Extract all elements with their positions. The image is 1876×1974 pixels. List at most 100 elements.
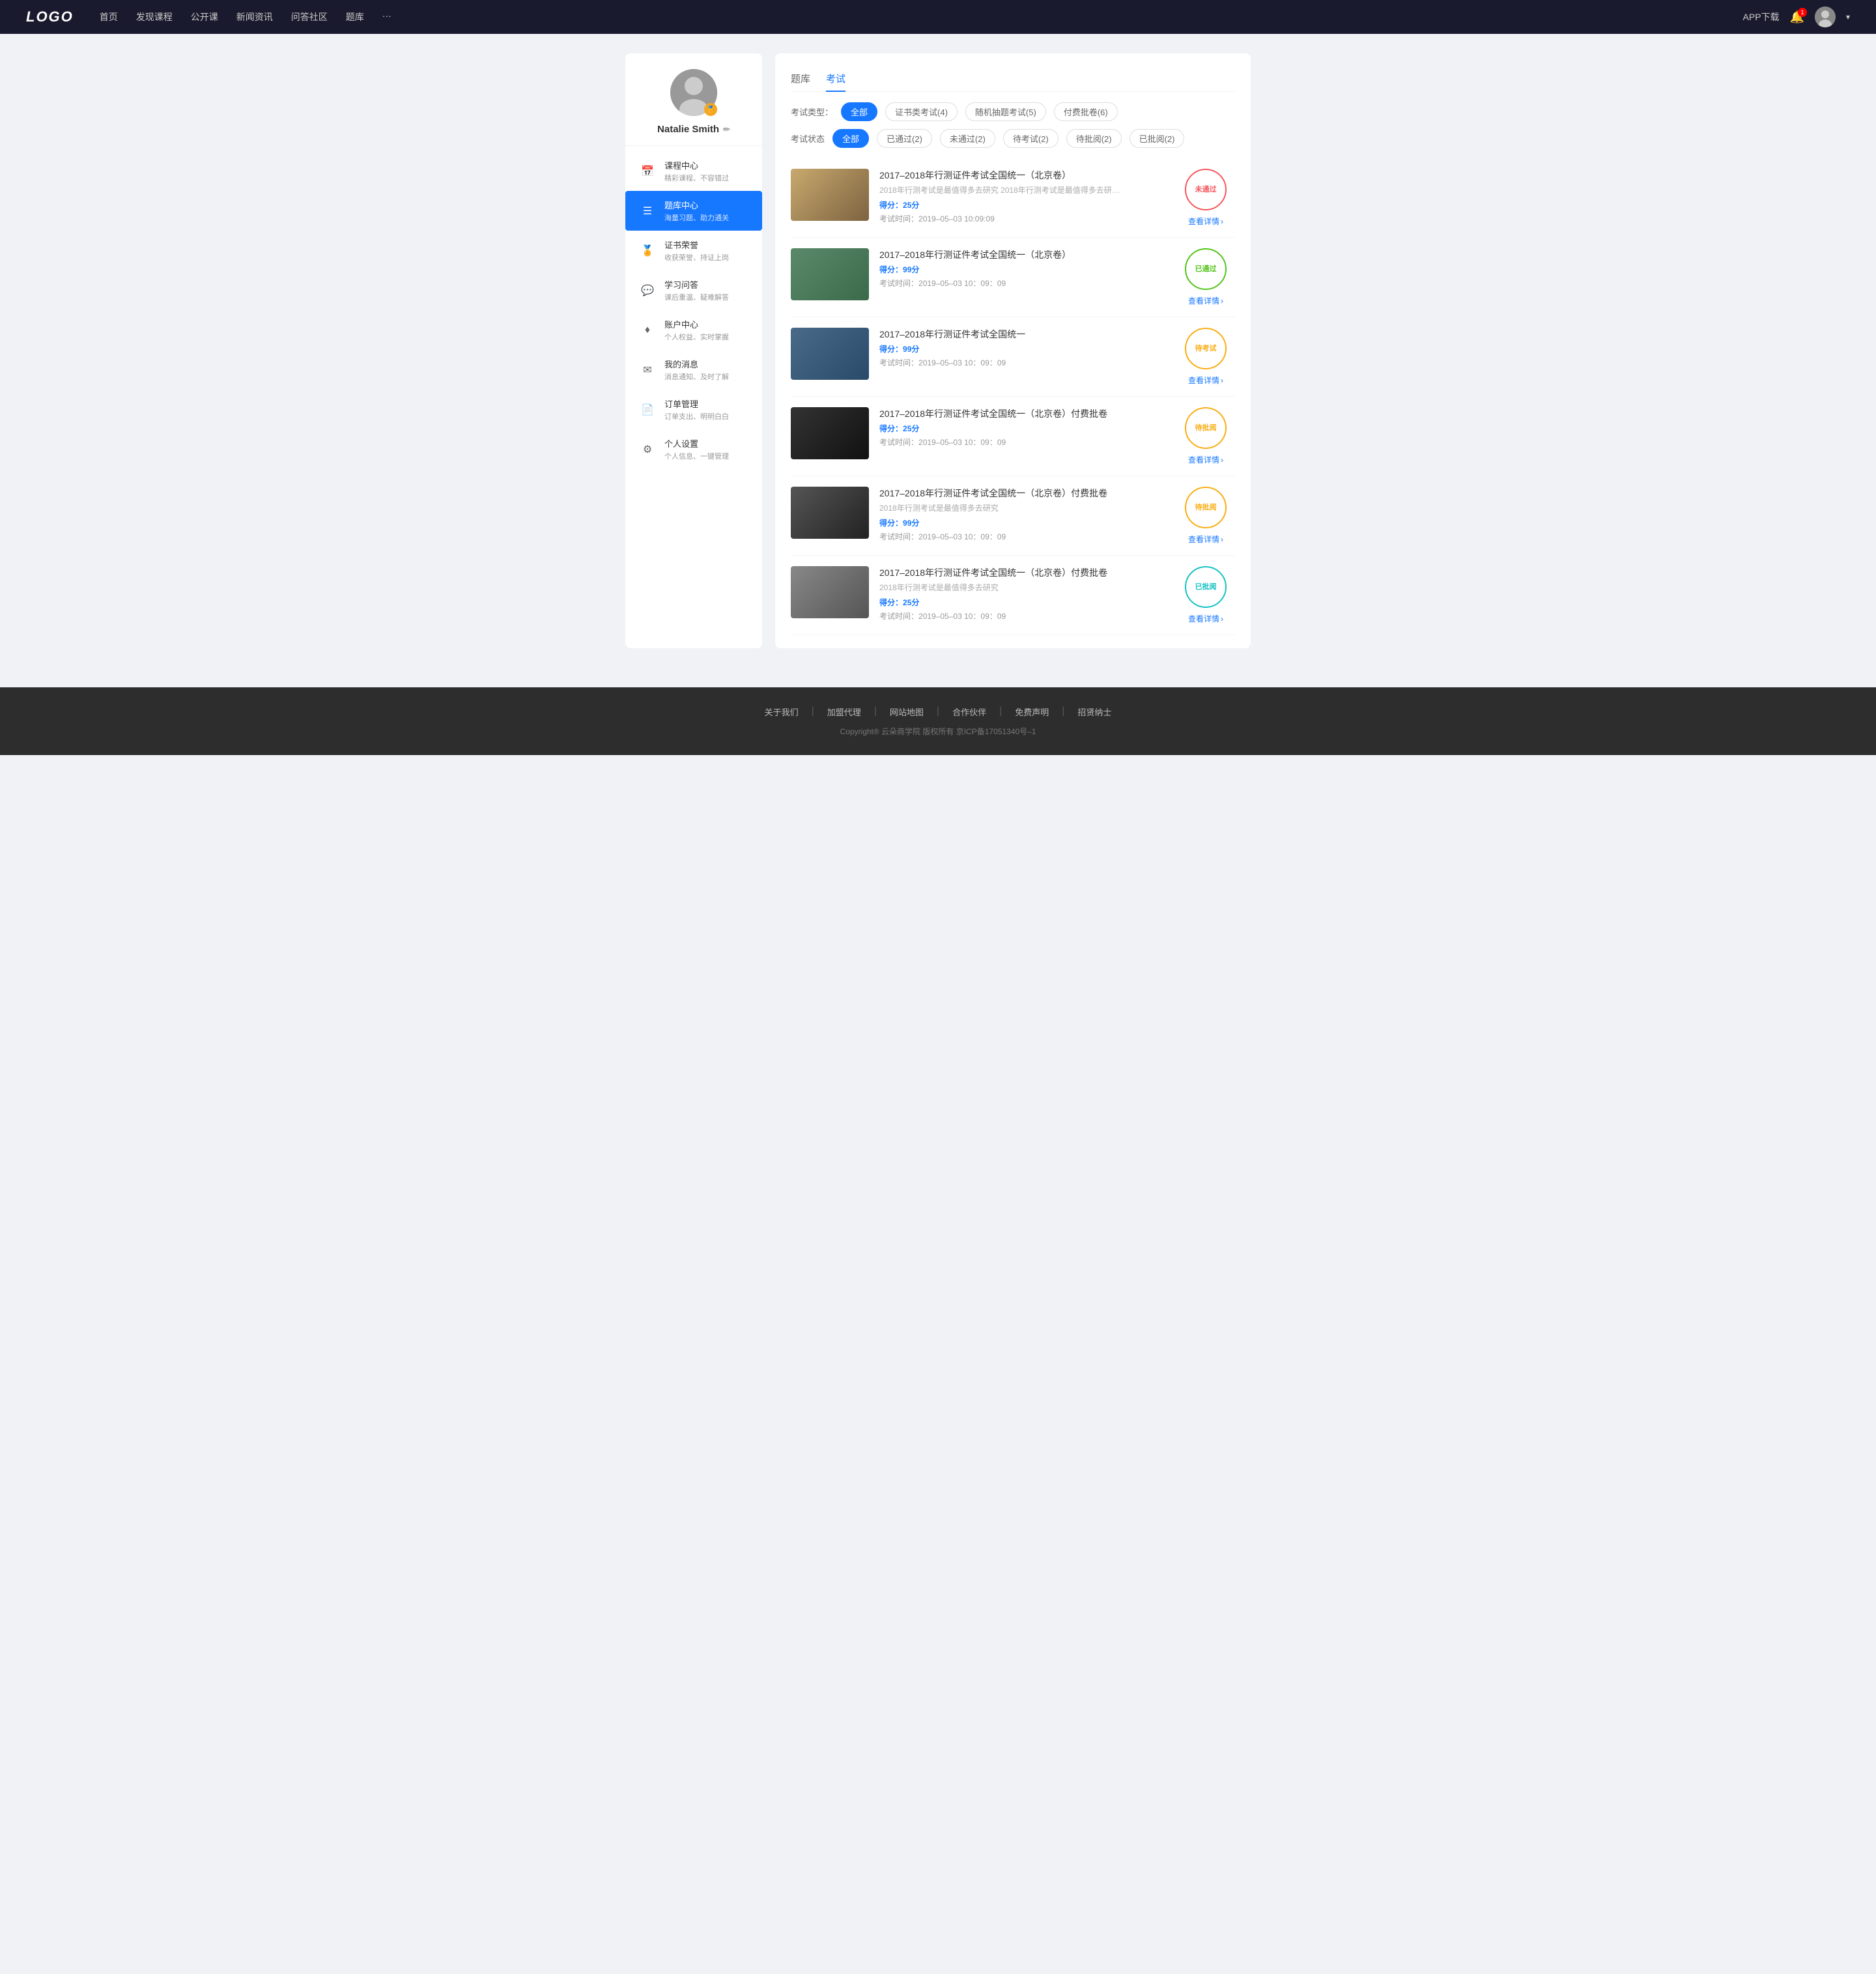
footer-sitemap[interactable]: 网站地图 — [890, 706, 924, 718]
exam-item: 2017–2018年行测证件考试全国统一（北京卷） 2018年行测考试是最值得多… — [791, 158, 1235, 238]
exam-score-3: 得分：99分 — [879, 343, 1166, 354]
sidebar-bank-sub: 海量习题、助力通关 — [664, 212, 729, 223]
sidebar-cert-sub: 收获荣誉、持证上岗 — [664, 252, 729, 263]
sidebar-msg-title: 我的消息 — [664, 358, 729, 370]
sidebar-settings-title: 个人设置 — [664, 437, 729, 450]
exam-item: 2017–2018年行测证件考试全国统一 得分：99分 考试时间：2019–05… — [791, 317, 1235, 397]
exam-title-3: 2017–2018年行测证件考试全国统一 — [879, 328, 1166, 341]
footer-copyright: Copyright® 云朵商学院 版权所有 京ICP备17051340号–1 — [26, 726, 1850, 737]
filter-status-reviewed[interactable]: 已批阅(2) — [1130, 129, 1185, 148]
exam-status-filter-row: 考试状态 全部 已通过(2) 未通过(2) 待考试(2) 待批阅(2) 已批阅(… — [791, 129, 1235, 148]
exam-title-2: 2017–2018年行测证件考试全国统一（北京卷） — [879, 248, 1166, 261]
filter-status-failed[interactable]: 未通过(2) — [940, 129, 995, 148]
chevron-right-icon: › — [1221, 296, 1223, 306]
exam-desc-1: 2018年行测考试是最值得多去研究 2018年行测考试是最值得多去研究 2018… — [879, 184, 1127, 195]
sidebar-qa-title: 学习问答 — [664, 278, 729, 291]
filter-status-passed[interactable]: 已通过(2) — [877, 129, 932, 148]
exam-time-6: 考试时间：2019–05–03 10：09：09 — [879, 610, 1166, 622]
exam-info-1: 2017–2018年行测证件考试全国统一（北京卷） 2018年行测考试是最值得多… — [879, 169, 1166, 224]
sidebar-item-qa[interactable]: 💬 学习问答 课后重温、疑难解答 — [625, 270, 762, 310]
app-download[interactable]: APP下载 — [1743, 10, 1780, 23]
certificate-icon: 🏅 — [638, 242, 657, 260]
exam-item: 2017–2018年行测证件考试全国统一（北京卷）付费批卷 2018年行测考试是… — [791, 476, 1235, 556]
chevron-right-icon: › — [1221, 614, 1223, 623]
exam-title-1: 2017–2018年行测证件考试全国统一（北京卷） — [879, 169, 1166, 182]
exam-time-4: 考试时间：2019–05–03 10：09：09 — [879, 436, 1166, 448]
profile-edit-icon[interactable]: ✏ — [723, 124, 730, 135]
exam-score-2: 得分：99分 — [879, 264, 1166, 275]
tab-exam[interactable]: 考试 — [826, 66, 846, 92]
exam-info-3: 2017–2018年行测证件考试全国统一 得分：99分 考试时间：2019–05… — [879, 328, 1166, 368]
nav-bank[interactable]: 题库 — [346, 10, 364, 23]
sidebar-item-orders[interactable]: 📄 订单管理 订单支出、明明白白 — [625, 390, 762, 429]
chat-icon: 💬 — [638, 281, 657, 300]
sidebar-bank-title: 题库中心 — [664, 199, 729, 211]
exam-status-area-1: 未通过 查看详情 › — [1176, 169, 1235, 227]
chevron-right-icon: › — [1221, 455, 1223, 465]
sidebar-item-message[interactable]: ✉ 我的消息 消息通知、及时了解 — [625, 350, 762, 390]
filter-type-paid[interactable]: 付费批卷(6) — [1054, 102, 1118, 121]
sidebar-item-certificate[interactable]: 🏅 证书荣誉 收获荣誉、持证上岗 — [625, 231, 762, 270]
exam-detail-link-2[interactable]: 查看详情 › — [1188, 295, 1223, 306]
sidebar-qa-sub: 课后重温、疑难解答 — [664, 292, 729, 302]
exam-status-stamp-3: 待考试 — [1185, 328, 1227, 369]
nav-more[interactable]: ··· — [382, 10, 391, 23]
footer-partners[interactable]: 合作伙伴 — [952, 706, 986, 718]
sidebar-menu: 📅 课程中心 精彩课程、不容错过 ☰ 题库中心 海量习题、助力通关 🏅 证书荣誉… — [625, 146, 762, 474]
exam-detail-link-4[interactable]: 查看详情 › — [1188, 454, 1223, 465]
exam-item: 2017–2018年行测证件考试全国统一（北京卷） 得分：99分 考试时间：20… — [791, 238, 1235, 317]
footer-about[interactable]: 关于我们 — [765, 706, 799, 718]
filter-status-pending[interactable]: 待考试(2) — [1003, 129, 1059, 148]
footer-franchise[interactable]: 加盟代理 — [827, 706, 861, 718]
header: LOGO 首页 发现课程 公开课 新闻资讯 问答社区 题库 ··· APP下载 … — [0, 0, 1876, 34]
exam-thumb-3 — [791, 328, 869, 380]
sidebar-item-course[interactable]: 📅 课程中心 精彩课程、不容错过 — [625, 151, 762, 191]
filter-status-all[interactable]: 全部 — [832, 129, 869, 148]
nav-courses[interactable]: 发现课程 — [136, 10, 173, 23]
nav-open[interactable]: 公开课 — [191, 10, 218, 23]
exam-score-5: 得分：99分 — [879, 517, 1166, 528]
calendar-icon: 📅 — [638, 162, 657, 180]
filter-type-all[interactable]: 全部 — [841, 102, 877, 121]
tab-bank[interactable]: 题库 — [791, 66, 810, 92]
diamond-icon: ♦ — [638, 321, 657, 339]
filter-type-cert[interactable]: 证书类考试(4) — [885, 102, 958, 121]
bell-badge: 1 — [1798, 8, 1807, 17]
nav-home[interactable]: 首页 — [100, 10, 118, 23]
settings-icon: ⚙ — [638, 440, 657, 459]
sidebar-item-account[interactable]: ♦ 账户中心 个人权益、实时掌握 — [625, 310, 762, 350]
chevron-right-icon: › — [1221, 535, 1223, 544]
filter-status-review[interactable]: 待批阅(2) — [1066, 129, 1122, 148]
chevron-right-icon: › — [1221, 217, 1223, 226]
profile-avatar-wrap: 🏅 — [670, 69, 717, 116]
logo[interactable]: LOGO — [26, 8, 74, 25]
exam-status-stamp-5: 待批阅 — [1185, 487, 1227, 528]
main-nav: 首页 发现课程 公开课 新闻资讯 问答社区 题库 ··· — [100, 10, 1743, 23]
exam-detail-link-1[interactable]: 查看详情 › — [1188, 216, 1223, 227]
chevron-right-icon: › — [1221, 376, 1223, 385]
nav-news[interactable]: 新闻资讯 — [236, 10, 273, 23]
footer-links: 关于我们 | 加盟代理 | 网站地图 | 合作伙伴 | 免费声明 | 招贤纳士 — [26, 706, 1850, 718]
footer-disclaimer[interactable]: 免费声明 — [1015, 706, 1049, 718]
user-menu-chevron[interactable]: ▾ — [1846, 12, 1850, 21]
exam-status-area-4: 待批阅 查看详情 › — [1176, 407, 1235, 465]
exam-detail-link-3[interactable]: 查看详情 › — [1188, 375, 1223, 386]
bell-button[interactable]: 🔔 1 — [1790, 10, 1804, 24]
sidebar-settings-sub: 个人信息、一键管理 — [664, 451, 729, 461]
footer-recruit[interactable]: 招贤纳士 — [1077, 706, 1111, 718]
exam-thumb-1 — [791, 169, 869, 221]
sidebar-course-title: 课程中心 — [664, 159, 729, 171]
exam-detail-link-6[interactable]: 查看详情 › — [1188, 613, 1223, 624]
exam-title-4: 2017–2018年行测证件考试全国统一（北京卷）付费批卷 — [879, 407, 1166, 420]
exam-detail-link-5[interactable]: 查看详情 › — [1188, 534, 1223, 545]
exam-score-1: 得分：25分 — [879, 199, 1166, 210]
exam-thumb-6 — [791, 566, 869, 618]
sidebar: 🏅 Natalie Smith ✏ 📅 课程中心 精彩课程、不容错过 ☰ 题库中… — [625, 53, 762, 648]
filter-type-random[interactable]: 随机抽题考试(5) — [965, 102, 1046, 121]
avatar[interactable] — [1815, 7, 1836, 27]
sidebar-item-settings[interactable]: ⚙ 个人设置 个人信息、一键管理 — [625, 429, 762, 469]
exam-time-3: 考试时间：2019–05–03 10：09：09 — [879, 357, 1166, 368]
sidebar-item-question-bank[interactable]: ☰ 题库中心 海量习题、助力通关 — [625, 191, 762, 231]
exam-time-5: 考试时间：2019–05–03 10：09：09 — [879, 531, 1166, 542]
nav-qa[interactable]: 问答社区 — [291, 10, 328, 23]
